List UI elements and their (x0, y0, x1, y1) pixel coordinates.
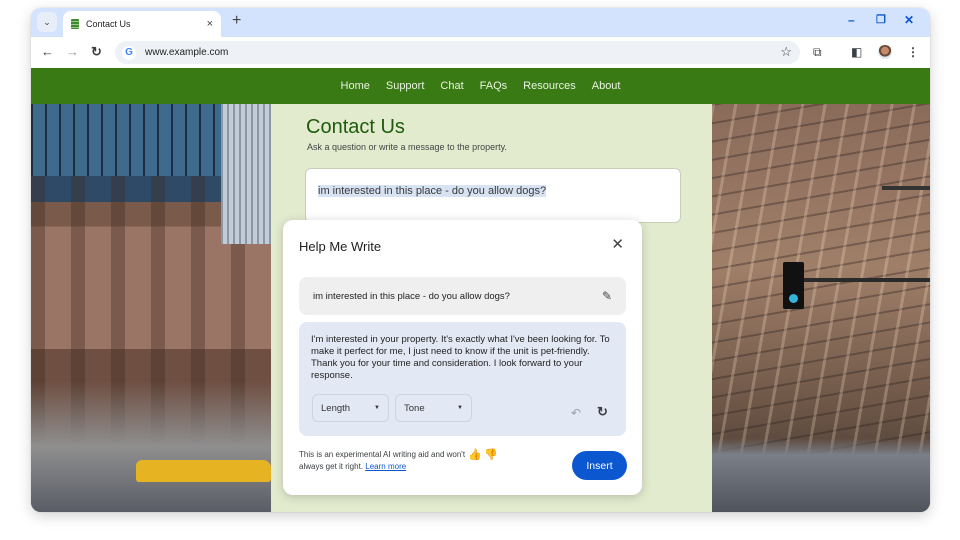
close-window-button[interactable]: ✕ (904, 13, 914, 27)
pencil-icon[interactable]: ✎ (602, 289, 612, 303)
tab-contact-us[interactable]: Contact Us × (63, 11, 221, 37)
prompt-text: im interested in this place - do you all… (313, 290, 510, 302)
help-me-write-dialog: Help Me Write ✕ im interested in this pl… (283, 220, 642, 495)
thumbs-down-icon[interactable]: 👎 (484, 448, 498, 461)
traffic-light (783, 262, 804, 309)
new-tab-button[interactable]: + (232, 12, 241, 30)
extensions-icon[interactable]: ⧉ (813, 45, 822, 59)
bookmark-star-icon[interactable]: ☆ (780, 44, 792, 60)
taxi (227, 460, 271, 482)
disclaimer: This is an experimental AI writing aid a… (299, 449, 479, 473)
page-title: Contact Us (306, 116, 405, 138)
tab-title: Contact Us (86, 19, 131, 29)
google-icon: G (122, 45, 136, 60)
close-icon[interactable]: ✕ (611, 235, 624, 253)
caret-down-icon: ▼ (374, 405, 380, 411)
tab-search-button[interactable]: ⌄ (37, 12, 57, 32)
caret-down-icon: ▼ (457, 405, 463, 411)
insert-button[interactable]: Insert (572, 451, 627, 480)
nav-link-faqs[interactable]: FAQs (480, 80, 508, 92)
nav-link-home[interactable]: Home (341, 80, 370, 92)
reload-button[interactable]: ↻ (91, 44, 102, 60)
prompt-box[interactable]: im interested in this place - do you all… (299, 277, 626, 315)
glass-tower (221, 104, 271, 244)
nav-link-chat[interactable]: Chat (440, 80, 463, 92)
length-dropdown[interactable]: Length ▼ (312, 394, 389, 422)
nav-link-about[interactable]: About (592, 80, 621, 92)
address-bar[interactable]: G www.example.com ☆ (115, 41, 800, 64)
generated-text: I'm interested in your property. It's ex… (311, 334, 610, 381)
building-photo-right (712, 104, 930, 512)
forward-button[interactable]: → (66, 44, 79, 60)
thumbs-up-icon[interactable]: 👍 (468, 448, 482, 461)
tab-strip: ⌄ Contact Us × + – ❐ ✕ (31, 8, 930, 37)
building-photo-left (31, 104, 271, 512)
result-box: I'm interested in your property. It's ex… (299, 322, 626, 436)
learn-more-link[interactable]: Learn more (365, 462, 406, 471)
glass-facade (31, 104, 221, 176)
nav-link-support[interactable]: Support (386, 80, 425, 92)
back-button[interactable]: ← (41, 44, 54, 60)
nav-link-resources[interactable]: Resources (523, 80, 576, 92)
tone-dropdown[interactable]: Tone ▼ (395, 394, 472, 422)
minimize-button[interactable]: – (848, 13, 855, 27)
close-tab-icon[interactable]: × (207, 18, 213, 30)
street-lamp (882, 186, 930, 190)
message-selected-text: im interested in this place - do you all… (318, 185, 547, 197)
site-navbar: Home Support Chat FAQs Resources About (31, 68, 930, 104)
dialog-title: Help Me Write (299, 239, 382, 254)
favicon-icon (71, 19, 79, 29)
url-text[interactable]: www.example.com (145, 47, 228, 58)
undo-icon[interactable]: ↶ (571, 406, 581, 420)
menu-icon[interactable]: ⋮ (907, 45, 919, 59)
side-panel-icon[interactable]: ◧ (851, 45, 862, 59)
traffic-light-arm (804, 278, 930, 282)
browser-toolbar: ← → ↻ G www.example.com ☆ ⧉ ◧ ⋮ (31, 37, 930, 68)
message-textarea[interactable]: im interested in this place - do you all… (305, 168, 681, 223)
profile-avatar[interactable] (878, 45, 892, 59)
regenerate-icon[interactable]: ↻ (597, 404, 608, 420)
length-label: Length (321, 402, 351, 414)
tone-label: Tone (404, 402, 425, 414)
chevron-down-icon: ⌄ (43, 16, 51, 27)
restore-button[interactable]: ❐ (876, 13, 886, 26)
page-subtitle: Ask a question or write a message to the… (307, 142, 507, 152)
